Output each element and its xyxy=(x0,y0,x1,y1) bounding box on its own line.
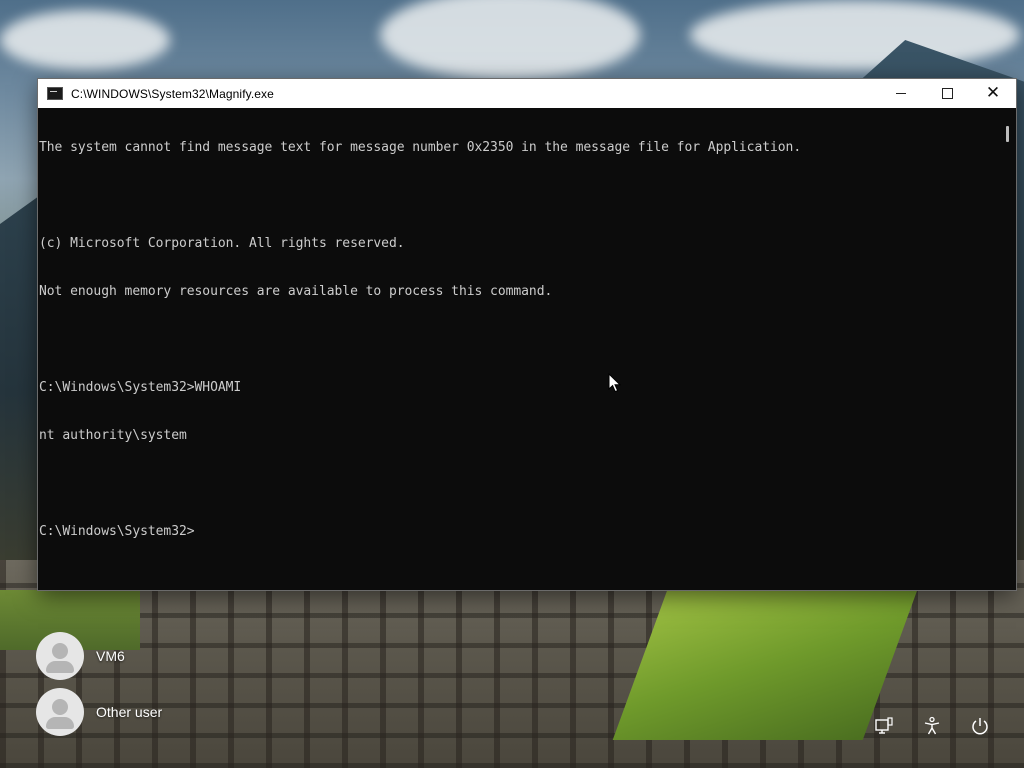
scrollbar-thumb[interactable] xyxy=(1006,126,1009,142)
maximize-button[interactable] xyxy=(924,79,970,108)
console-prompt-line[interactable]: C:\Windows\System32> xyxy=(39,524,999,540)
console-window[interactable]: C:\WINDOWS\System32\Magnify.exe ✕ The sy… xyxy=(38,79,1016,590)
console-line: Not enough memory resources are availabl… xyxy=(39,284,553,299)
console-line: The system cannot find message text for … xyxy=(39,140,802,155)
console-line: nt authority\system xyxy=(39,428,187,443)
minimize-button[interactable] xyxy=(878,79,924,108)
mouse-cursor-icon xyxy=(608,373,622,393)
console-line: C:\Windows\System32>WHOAMI xyxy=(39,380,242,395)
user-icon xyxy=(52,643,68,659)
user-tile-vm6[interactable]: VM6 xyxy=(36,632,125,680)
minimize-icon xyxy=(896,93,906,94)
user-name: VM6 xyxy=(96,648,125,664)
cloud xyxy=(0,10,170,70)
close-icon: ✕ xyxy=(985,83,1001,103)
cloud xyxy=(690,0,1020,70)
vertical-scrollbar[interactable] xyxy=(999,108,1016,590)
network-icon[interactable] xyxy=(870,712,898,740)
window-title: C:\WINDOWS\System32\Magnify.exe xyxy=(71,86,274,101)
title-bar[interactable]: C:\WINDOWS\System32\Magnify.exe ✕ xyxy=(38,79,1016,108)
accessibility-icon-glyph xyxy=(924,716,940,735)
power-icon-glyph xyxy=(972,718,988,735)
power-icon[interactable] xyxy=(966,712,994,740)
console-app-icon xyxy=(47,87,63,100)
user-tile-other-user[interactable]: Other user xyxy=(36,688,162,736)
console-output[interactable]: The system cannot find message text for … xyxy=(38,108,999,590)
user-icon xyxy=(52,699,68,715)
console-line: (c) Microsoft Corporation. All rights re… xyxy=(39,236,405,251)
avatar xyxy=(36,632,84,680)
console-text: The system cannot find message text for … xyxy=(38,108,999,572)
user-icon-body xyxy=(46,661,74,673)
network-icon-glyph xyxy=(875,717,893,734)
user-name: Other user xyxy=(96,704,163,720)
avatar xyxy=(36,688,84,736)
maximize-icon xyxy=(941,88,953,99)
close-button[interactable]: ✕ xyxy=(970,79,1016,108)
user-icon-body xyxy=(46,717,74,729)
accessibility-icon[interactable] xyxy=(918,712,946,740)
